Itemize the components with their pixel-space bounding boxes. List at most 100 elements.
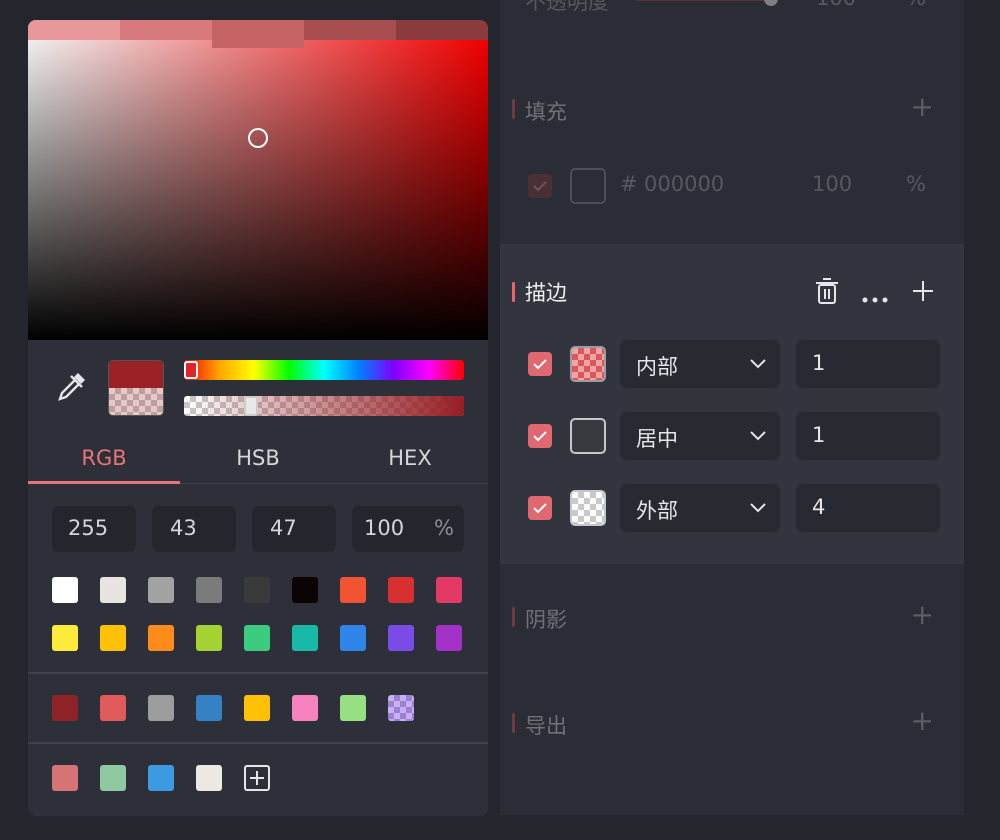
add-fill-button[interactable]: + [911, 93, 934, 121]
recent-swatch[interactable] [340, 695, 366, 721]
tab-hsb[interactable]: HSB [182, 438, 334, 484]
alpha-slider[interactable] [184, 396, 464, 416]
stroke-width-input[interactable]: 1 [796, 412, 940, 460]
red-value: 255 [68, 516, 109, 540]
stroke-checkbox[interactable] [528, 424, 552, 448]
alpha-input[interactable]: 100 % [352, 506, 464, 552]
tab-hex[interactable]: HEX [334, 438, 486, 484]
preset-swatch[interactable] [100, 577, 126, 603]
delete-icon[interactable] [815, 278, 839, 308]
opacity-value: 100 [816, 0, 856, 10]
stroke-row: 内部 1 [500, 340, 964, 388]
stroke-checkbox[interactable] [528, 496, 552, 520]
preset-swatch[interactable] [436, 577, 462, 603]
chevron-down-icon [750, 498, 766, 517]
fill-hex-prefix: # [620, 172, 638, 196]
stroke-color-swatch[interactable] [570, 346, 606, 382]
preset-swatch[interactable] [148, 625, 174, 651]
preset-swatch[interactable] [388, 577, 414, 603]
saved-swatch[interactable] [196, 765, 222, 791]
recent-swatch[interactable] [100, 695, 126, 721]
preset-swatch[interactable] [52, 625, 78, 651]
hue-slider-handle[interactable] [184, 361, 198, 379]
plus-square-icon[interactable] [244, 765, 270, 791]
opacity-slider-knob[interactable] [764, 0, 778, 6]
blue-input[interactable]: 47 [252, 506, 336, 552]
recent-swatch[interactable] [388, 695, 414, 721]
tab-rgb[interactable]: RGB [28, 438, 180, 484]
stroke-color-swatch[interactable] [570, 418, 606, 454]
red-input[interactable]: 255 [52, 506, 136, 552]
add-export-button[interactable]: + [911, 707, 934, 735]
shadow-title: 阴影 [525, 608, 567, 632]
preset-swatch[interactable] [244, 577, 270, 603]
section-marker [512, 282, 515, 302]
section-marker [512, 607, 515, 627]
history-swatch[interactable] [396, 20, 488, 40]
section-marker [512, 713, 515, 733]
stroke-position-dropdown[interactable]: 内部 [620, 340, 780, 388]
saved-swatch[interactable] [100, 765, 126, 791]
recent-swatch[interactable] [52, 695, 78, 721]
eyedropper-icon[interactable] [54, 370, 88, 408]
history-swatch[interactable] [304, 20, 396, 40]
saturation-value-area[interactable] [28, 20, 488, 340]
recent-swatch[interactable] [244, 695, 270, 721]
color-cursor[interactable] [248, 128, 268, 148]
current-color-swatch [109, 361, 163, 388]
fill-hex-value[interactable]: 000000 [644, 172, 724, 196]
history-swatch[interactable] [120, 20, 212, 40]
color-history-strip [28, 20, 488, 48]
stroke-position-label: 居中 [636, 427, 678, 451]
history-swatch[interactable] [28, 20, 120, 40]
opacity-slider[interactable] [636, 0, 778, 6]
saved-swatch[interactable] [52, 765, 78, 791]
preset-swatch[interactable] [340, 577, 366, 603]
stroke-section-header: 描边 [500, 272, 964, 312]
preset-swatch[interactable] [340, 625, 366, 651]
fill-color-swatch[interactable] [570, 168, 606, 204]
export-title: 导出 [525, 714, 567, 738]
stroke-width-value: 4 [812, 495, 826, 519]
stroke-title: 描边 [525, 281, 567, 305]
history-swatch[interactable] [212, 20, 304, 48]
preset-swatch[interactable] [196, 625, 222, 651]
recent-swatch[interactable] [196, 695, 222, 721]
stroke-position-dropdown[interactable]: 外部 [620, 484, 780, 532]
opacity-label: 不透明度 [525, 0, 609, 14]
preset-swatch[interactable] [436, 625, 462, 651]
section-marker [512, 99, 515, 119]
hue-slider[interactable] [184, 360, 464, 380]
more-icon[interactable] [862, 288, 890, 307]
recent-swatch[interactable] [292, 695, 318, 721]
add-shadow-button[interactable]: + [911, 601, 934, 629]
fill-opacity-unit: % [906, 172, 926, 196]
stroke-width-value: 1 [812, 423, 826, 447]
preset-swatch[interactable] [52, 577, 78, 603]
stroke-position-dropdown[interactable]: 居中 [620, 412, 780, 460]
preset-swatch[interactable] [196, 577, 222, 603]
saved-swatch[interactable] [148, 765, 174, 791]
preset-swatch[interactable] [388, 625, 414, 651]
stroke-width-input[interactable]: 1 [796, 340, 940, 388]
preset-swatch[interactable] [148, 577, 174, 603]
stroke-color-swatch[interactable] [570, 490, 606, 526]
preset-swatch[interactable] [100, 625, 126, 651]
preset-swatch[interactable] [244, 625, 270, 651]
green-input[interactable]: 43 [152, 506, 236, 552]
chevron-down-icon [750, 354, 766, 373]
stroke-position-label: 外部 [636, 499, 678, 523]
stroke-checkbox[interactable] [528, 352, 552, 376]
export-section-header: 导出 + [500, 703, 964, 743]
alpha-slider-handle[interactable] [244, 396, 258, 416]
chevron-down-icon [750, 426, 766, 445]
fill-section-header: 填充 + [500, 89, 964, 129]
recent-swatch[interactable] [148, 695, 174, 721]
preset-swatch[interactable] [292, 625, 318, 651]
add-stroke-icon[interactable] [912, 280, 934, 306]
preset-swatch[interactable] [292, 577, 318, 603]
alpha-unit: % [434, 516, 454, 540]
fill-checkbox[interactable] [528, 174, 552, 198]
fill-opacity[interactable]: 100 [812, 172, 852, 196]
stroke-width-input[interactable]: 4 [796, 484, 940, 532]
